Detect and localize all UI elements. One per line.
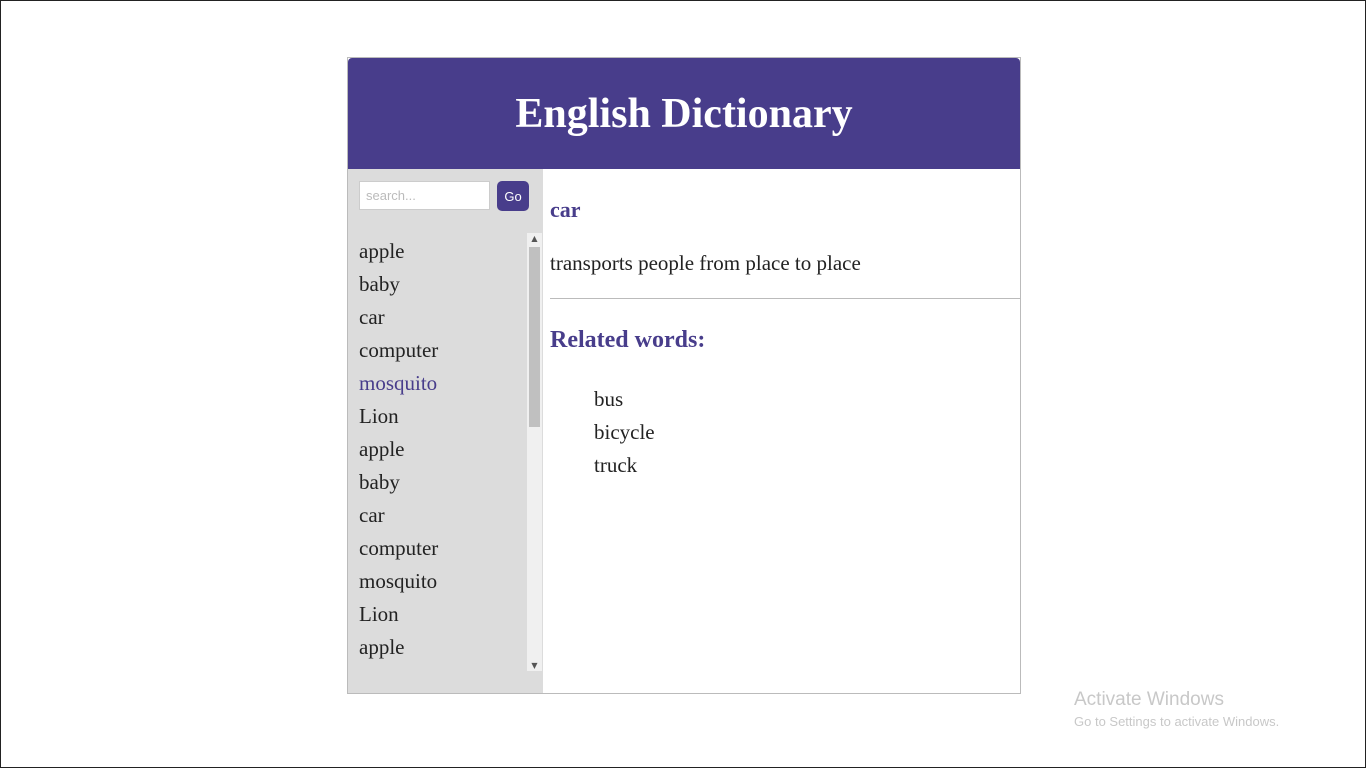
word-list-item[interactable]: mosquito <box>359 371 437 395</box>
word-title: car <box>550 197 581 222</box>
word-list-item[interactable]: baby <box>359 272 400 296</box>
word-list-item[interactable]: apple <box>359 635 404 659</box>
activate-windows-title: Activate Windows <box>1074 689 1224 710</box>
word-definition: transports people from place to place <box>550 251 861 275</box>
word-list-item[interactable]: car <box>359 305 385 329</box>
word-list-item[interactable]: car <box>359 503 385 527</box>
sidebar: Go baby apple Lion mosquito computer car baby a… <box>348 169 543 693</box>
related-heading: Related words: <box>550 327 706 353</box>
related-word[interactable]: bus <box>594 387 623 412</box>
search-input[interactable] <box>359 181 490 210</box>
related-word[interactable]: truck <box>594 453 637 478</box>
word-list-item[interactable]: baby <box>359 668 400 671</box>
definition-panel: car transports people from place to plac… <box>544 169 1020 693</box>
go-button[interactable]: Go <box>497 181 529 211</box>
scrollbar[interactable]: ▲ ▼ <box>527 233 542 671</box>
scrollbar-thumb[interactable] <box>529 247 540 427</box>
dictionary-app: English Dictionary Go baby apple Lion mosqu… <box>347 57 1021 694</box>
divider <box>550 298 1020 299</box>
word-list-item[interactable]: mosquito <box>359 569 437 593</box>
word-list-item[interactable]: Lion <box>359 602 399 626</box>
app-title: English Dictionary <box>515 90 853 137</box>
activate-windows-subtitle: Go to Settings to activate Windows. <box>1074 714 1280 729</box>
word-list-item[interactable]: apple <box>359 239 404 263</box>
scroll-up-icon[interactable]: ▲ <box>527 234 542 243</box>
scroll-down-icon[interactable]: ▼ <box>527 661 542 670</box>
word-list: baby apple Lion mosquito computer car baby appl… <box>348 233 543 671</box>
word-list-item[interactable]: computer <box>359 338 438 362</box>
word-list-item[interactable]: apple <box>359 437 404 461</box>
related-word[interactable]: bicycle <box>594 420 655 445</box>
word-list-item[interactable]: Lion <box>359 404 399 428</box>
header: English Dictionary <box>348 58 1020 169</box>
word-list-item[interactable]: computer <box>359 536 438 560</box>
word-list-item[interactable]: baby <box>359 470 400 494</box>
